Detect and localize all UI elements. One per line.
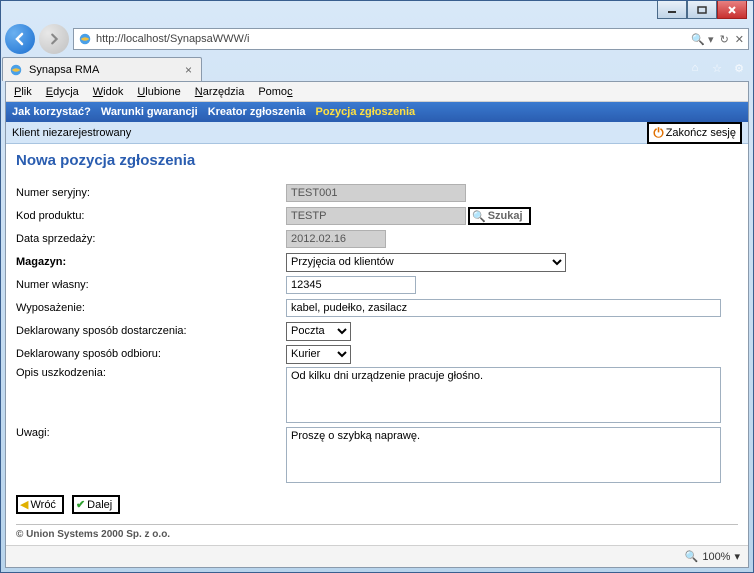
search-icon: 🔍 — [472, 210, 486, 223]
menu-tools[interactable]: Narzędzia — [195, 86, 245, 98]
favorites-icon[interactable]: ☆ — [709, 60, 725, 76]
select-delivery[interactable]: Poczta — [286, 322, 351, 341]
field-serial: TEST001 — [286, 184, 466, 202]
tab-title: Synapsa RMA — [29, 64, 99, 76]
label-sale-date: Data sprzedaży: — [16, 233, 286, 245]
home-icon[interactable]: ⌂ — [687, 60, 703, 76]
end-session-label: Zakończ sesję — [666, 127, 736, 139]
menu-favorites[interactable]: Ulubione — [137, 86, 180, 98]
field-sale-date: 2012.02.16 — [286, 230, 386, 248]
label-warehouse: Magazyn: — [16, 256, 286, 268]
ie-icon — [9, 63, 23, 77]
label-serial: Numer seryjny: — [16, 187, 286, 199]
arrow-right-icon — [47, 32, 61, 46]
stop-icon[interactable]: ✕ — [735, 33, 744, 46]
status-bar: 🔍 100% ▾ — [6, 545, 748, 567]
forward-button[interactable] — [39, 24, 69, 54]
search-label: Szukaj — [488, 210, 523, 222]
address-tools: 🔍 ▾ ↻ ✕ — [691, 33, 744, 46]
zoom-icon[interactable]: 🔍 — [685, 550, 699, 563]
label-delivery: Deklarowany sposób dostarczenia: — [16, 325, 286, 337]
menu-file[interactable]: Plik — [14, 86, 32, 98]
page-title: Nowa pozycja zgłoszenia — [16, 152, 738, 169]
zoom-dropdown-icon[interactable]: ▾ — [734, 550, 740, 563]
address-bar[interactable]: 🔍 ▾ ↻ ✕ — [73, 28, 749, 50]
search-dropdown-icon[interactable]: 🔍 ▾ — [691, 33, 713, 46]
menu-help[interactable]: Pomoc — [258, 86, 292, 98]
end-session-button[interactable]: ⏻ Zakończ sesję — [647, 122, 742, 144]
nav-position[interactable]: Pozycja zgłoszenia — [316, 106, 416, 118]
content-area: Plik Edycja Widok Ulubione Narzędzia Pom… — [5, 81, 749, 568]
select-pickup[interactable]: Kurier — [286, 345, 351, 364]
textarea-damage[interactable] — [286, 367, 721, 423]
menu-view[interactable]: Widok — [93, 86, 124, 98]
tab-close-icon[interactable]: × — [182, 63, 195, 77]
power-icon: ⏻ — [653, 125, 663, 141]
back-form-button[interactable]: ◀ Wróć — [16, 495, 64, 514]
nav-wizard[interactable]: Kreator zgłoszenia — [208, 106, 306, 118]
client-status: Klient niezarejestrowany — [12, 127, 131, 139]
settings-icon[interactable]: ⚙ — [731, 60, 747, 76]
back-button[interactable] — [5, 24, 35, 54]
footer-divider — [16, 524, 738, 525]
next-form-button[interactable]: ✔ Dalej — [72, 495, 120, 514]
nav-warranty[interactable]: Warunki gwarancji — [101, 106, 198, 118]
back-label: Wróć — [30, 499, 55, 511]
app-navbar: Jak korzystać? Warunki gwarancji Kreator… — [6, 102, 748, 122]
textarea-notes[interactable] — [286, 427, 721, 483]
menu-edit[interactable]: Edycja — [46, 86, 79, 98]
search-button[interactable]: 🔍 Szukaj — [468, 207, 531, 225]
copyright: © Union Systems 2000 Sp. z o.o. — [16, 529, 738, 540]
form-actions: ◀ Wróć ✔ Dalej — [16, 495, 738, 514]
refresh-icon[interactable]: ↻ — [720, 33, 729, 46]
nav-howto[interactable]: Jak korzystać? — [12, 106, 91, 118]
window-controls — [657, 1, 747, 19]
zoom-level: 100% — [702, 551, 730, 563]
next-label: Dalej — [87, 499, 112, 511]
window-titlebar — [1, 1, 753, 23]
back-icon: ◀ — [20, 498, 28, 511]
nav-toolbar: 🔍 ▾ ↻ ✕ — [1, 23, 753, 55]
field-product-code: TESTP — [286, 207, 466, 225]
tab-synapsa[interactable]: Synapsa RMA × — [2, 57, 202, 81]
label-equipment: Wyposażenie: — [16, 302, 286, 314]
arrow-left-icon — [12, 31, 28, 47]
page-body: Nowa pozycja zgłoszenia Numer seryjny: T… — [6, 144, 748, 548]
input-own-num[interactable] — [286, 276, 416, 294]
check-icon: ✔ — [76, 498, 85, 511]
session-bar: Klient niezarejestrowany ⏻ Zakończ sesję — [6, 122, 748, 144]
input-equipment[interactable] — [286, 299, 721, 317]
close-button[interactable] — [717, 1, 747, 19]
browser-window: 🔍 ▾ ↻ ✕ Synapsa RMA × ⌂ ☆ ⚙ Plik Edycja … — [0, 0, 754, 573]
ie-menubar: Plik Edycja Widok Ulubione Narzędzia Pom… — [6, 82, 748, 102]
minimize-button[interactable] — [657, 1, 687, 19]
label-damage: Opis uszkodzenia: — [16, 367, 286, 379]
label-notes: Uwagi: — [16, 427, 286, 439]
tab-bar: Synapsa RMA × — [1, 55, 681, 81]
select-warehouse[interactable]: Przyjęcia od klientów — [286, 253, 566, 272]
label-pickup: Deklarowany sposób odbioru: — [16, 348, 286, 360]
label-own-num: Numer własny: — [16, 279, 286, 291]
url-input[interactable] — [96, 33, 687, 45]
maximize-button[interactable] — [687, 1, 717, 19]
ie-icon — [78, 32, 92, 46]
header-icons: ⌂ ☆ ⚙ — [681, 60, 753, 76]
label-product-code: Kod produktu: — [16, 210, 286, 222]
